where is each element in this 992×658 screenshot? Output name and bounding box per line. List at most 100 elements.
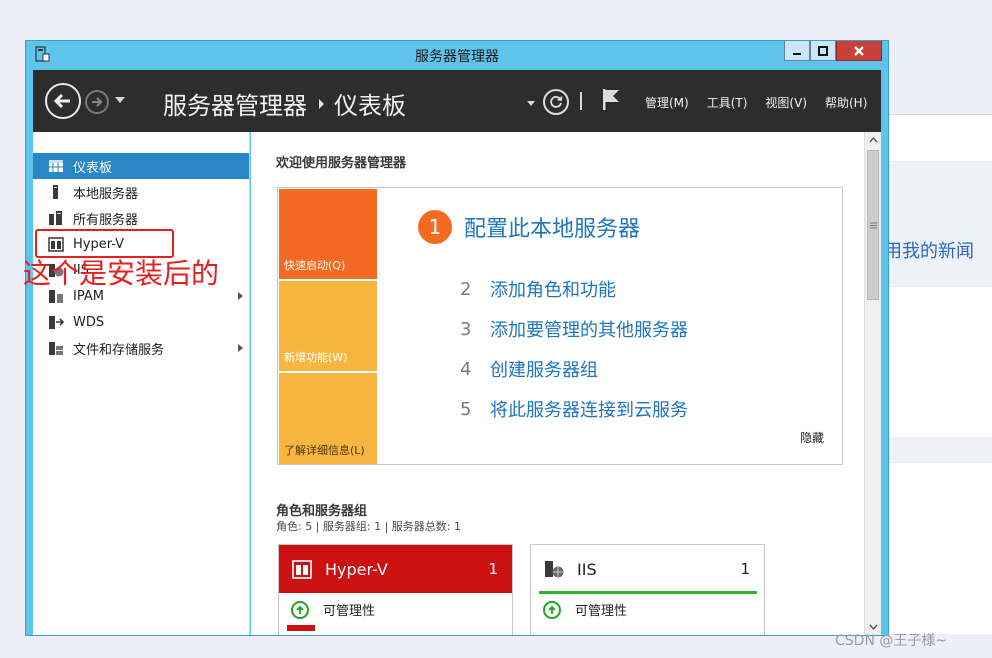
roles-heading: 角色和服务器组: [276, 504, 368, 519]
storage-icon: [48, 340, 64, 356]
minimize-icon: [793, 52, 801, 55]
window-title: 服务器管理器: [415, 49, 499, 65]
tile-whats-new[interactable]: 新增功能(W): [279, 281, 377, 371]
sidebar-item-label: 文件和存储服务: [73, 342, 165, 358]
step-label[interactable]: 配置此本地服务器: [464, 211, 640, 243]
scroll-thumb[interactable]: [867, 150, 879, 300]
breadcrumb: 服务器管理器 仪表板: [163, 86, 406, 121]
refresh-icon: [550, 96, 563, 108]
server-icon: [48, 184, 64, 200]
step-number: 5: [460, 398, 472, 420]
sidebar-item-wds[interactable]: WDS: [33, 309, 249, 335]
sidebar-item-label: 本地服务器: [73, 186, 139, 202]
annotation-text: 这个是安装后的: [23, 257, 220, 290]
notifications-dropdown-icon[interactable]: [527, 101, 535, 106]
manageability-row[interactable]: 可管理性: [543, 600, 627, 619]
status-ok-icon: [543, 600, 561, 619]
window-controls: [784, 41, 882, 61]
quick-start-panel: 快速启动(Q) 新增功能(W) 了解详细信息(L) 1 配置此本地服务器 2 添…: [277, 187, 843, 465]
background-page: 用我的新闻: [884, 114, 992, 634]
step-number: 4: [460, 358, 472, 380]
background-page-text: 用我的新闻: [884, 241, 974, 262]
hide-link[interactable]: 隐藏: [800, 429, 824, 446]
wds-icon: [48, 314, 64, 330]
header-bar: 服务器管理器 仪表板 管理(M) 工具(T) 视图(V) 帮助(H): [33, 70, 881, 132]
hyperv-icon: [291, 558, 313, 580]
dashboard-content: 欢迎使用服务器管理器 快速启动(Q) 新增功能(W) 了解详细信息(L) 1 配…: [251, 132, 864, 635]
step-configure-local-server[interactable]: 1 配置此本地服务器: [418, 210, 640, 244]
close-icon: [854, 45, 864, 56]
role-card-header[interactable]: Hyper-V 1: [279, 545, 512, 593]
chevron-up-icon: [868, 137, 878, 143]
title-bar[interactable]: 服务器管理器: [26, 41, 888, 69]
step-connect-cloud[interactable]: 5 将此服务器连接到云服务: [460, 396, 688, 422]
step-label[interactable]: 添加角色和功能: [490, 276, 616, 302]
sidebar-item-label: 所有服务器: [73, 212, 139, 228]
step-label[interactable]: 添加要管理的其他服务器: [490, 316, 688, 342]
step-label[interactable]: 创建服务器组: [490, 356, 598, 382]
welcome-heading: 欢迎使用服务器管理器: [276, 156, 407, 171]
maximize-icon: [818, 45, 828, 56]
sidebar-item-file-storage[interactable]: 文件和存储服务: [33, 335, 249, 361]
sidebar-item-label: 仪表板: [73, 160, 113, 176]
expand-arrow-icon[interactable]: [238, 292, 243, 300]
roles-summary: 角色: 5 | 服务器组: 1 | 服务器总数: 1: [276, 520, 462, 533]
close-button[interactable]: [836, 41, 882, 61]
forward-arrow-icon: [92, 97, 103, 107]
role-card-hyper-v[interactable]: Hyper-V 1 可管理性: [278, 544, 513, 635]
manageability-row[interactable]: 可管理性: [291, 600, 375, 619]
step-number: 2: [460, 278, 472, 300]
status-ok-icon: [291, 600, 309, 619]
refresh-button[interactable]: [543, 89, 569, 115]
status-ok-bar: [539, 591, 757, 594]
vertical-scrollbar[interactable]: [864, 132, 881, 635]
grip-icon: [869, 222, 877, 228]
tile-quick-start[interactable]: 快速启动(Q): [279, 189, 377, 279]
maximize-button[interactable]: [810, 41, 836, 61]
role-card-header[interactable]: IIS 1: [531, 545, 764, 593]
forward-button[interactable]: [85, 90, 109, 114]
sidebar-item-dashboard[interactable]: 仪表板: [33, 153, 249, 179]
server-manager-window: 服务器管理器 服务器管理器 仪表板 管理(M) 工具(T) 视图(V) 帮助(H…: [25, 40, 889, 636]
menu-manage[interactable]: 管理(M): [645, 94, 689, 111]
iis-icon: [543, 558, 565, 580]
header-divider: [580, 92, 582, 110]
servers-icon: [48, 210, 64, 226]
role-card-count: 1: [740, 560, 750, 578]
role-card-iis[interactable]: IIS 1 可管理性: [530, 544, 765, 635]
role-card-title: IIS: [577, 559, 597, 579]
scroll-up-button[interactable]: [865, 132, 881, 148]
watermark: CSDN @王子様~: [835, 633, 948, 649]
sidebar-item-label: WDS: [73, 314, 105, 330]
background-band: [884, 161, 992, 287]
step-number: 3: [460, 318, 472, 340]
breadcrumb-separator-icon: [319, 98, 324, 109]
breadcrumb-root[interactable]: 服务器管理器: [163, 86, 307, 121]
role-card-title: Hyper-V: [325, 559, 388, 579]
step-add-roles[interactable]: 2 添加角色和功能: [460, 276, 616, 302]
menu-help[interactable]: 帮助(H): [825, 94, 867, 111]
history-dropdown-icon[interactable]: [115, 97, 125, 103]
step-create-group[interactable]: 4 创建服务器组: [460, 356, 598, 382]
tile-learn-more[interactable]: 了解详细信息(L): [279, 373, 377, 464]
step-label[interactable]: 将此服务器连接到云服务: [490, 396, 688, 422]
expand-arrow-icon[interactable]: [238, 344, 243, 352]
sidebar-nav: 仪表板 本地服务器 所有服务器 Hyper-V IIS IPAM WDS 文件和…: [33, 132, 250, 635]
step-add-servers[interactable]: 3 添加要管理的其他服务器: [460, 316, 688, 342]
menu-view[interactable]: 视图(V): [765, 94, 807, 111]
header-menu-bar: 管理(M) 工具(T) 视图(V) 帮助(H): [645, 94, 867, 111]
minimize-button[interactable]: [784, 41, 810, 61]
step-number-badge: 1: [418, 210, 452, 244]
role-card-count: 1: [488, 560, 498, 578]
sidebar-item-local-server[interactable]: 本地服务器: [33, 179, 249, 205]
manageability-label: 可管理性: [323, 604, 376, 619]
back-arrow-icon: [53, 93, 70, 109]
breadcrumb-current: 仪表板: [334, 92, 406, 120]
background-band: [884, 437, 992, 463]
dashboard-icon: [48, 158, 64, 174]
sidebar-item-all-servers[interactable]: 所有服务器: [33, 205, 249, 231]
notification-flag-icon[interactable]: [601, 87, 621, 111]
alert-bar: [287, 625, 315, 631]
menu-tools[interactable]: 工具(T): [707, 94, 748, 111]
back-button[interactable]: [45, 83, 81, 119]
